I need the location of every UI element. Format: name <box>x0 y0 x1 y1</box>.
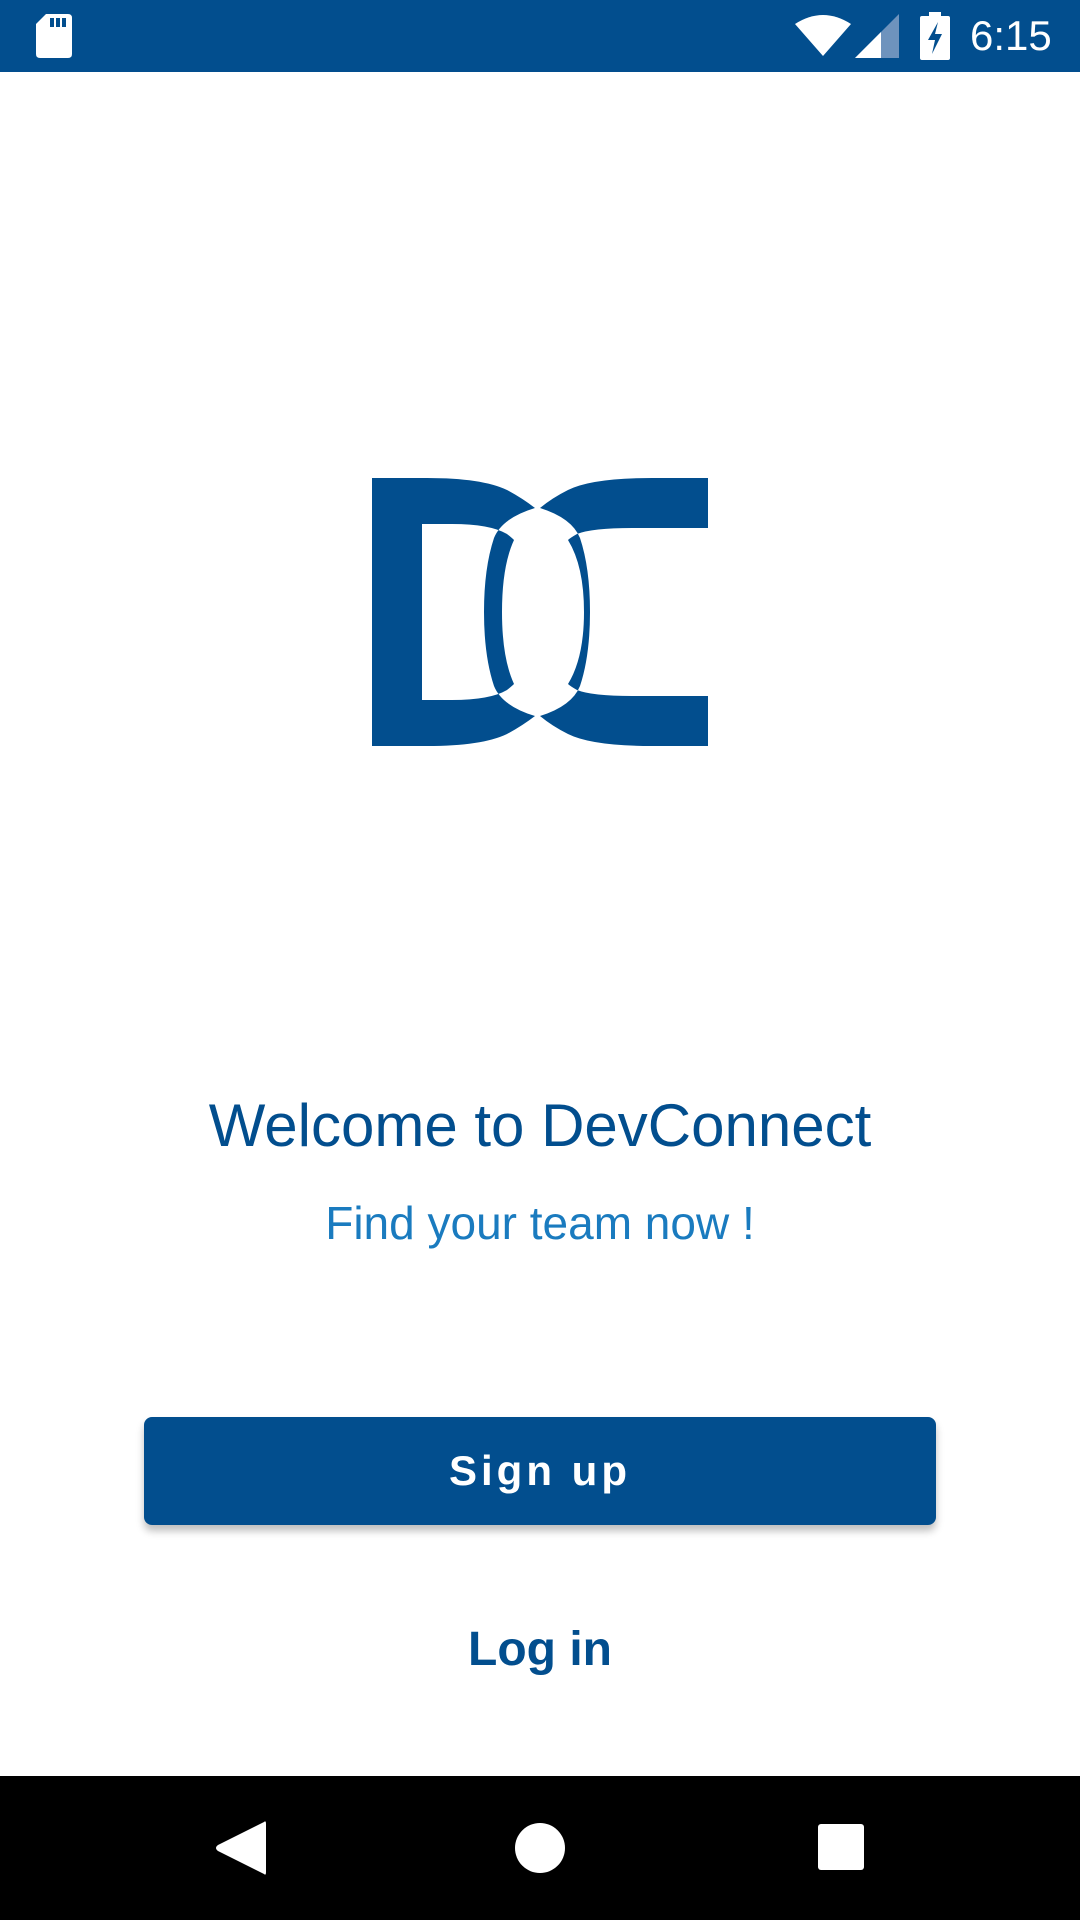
recents-icon[interactable] <box>818 1824 864 1870</box>
signup-button[interactable]: Sign up <box>144 1417 936 1525</box>
welcome-subtitle: Find your team now ! <box>325 1197 755 1249</box>
system-nav-bar <box>0 1776 1080 1920</box>
home-icon[interactable] <box>514 1822 566 1874</box>
back-icon[interactable] <box>214 1820 266 1876</box>
welcome-screen: 6:15 Welcome to DevConnect Find your tea… <box>0 0 1080 1920</box>
welcome-title: Welcome to DevConnect <box>208 1092 872 1159</box>
devconnect-logo <box>372 478 708 746</box>
battery-charging-icon <box>920 12 950 60</box>
status-clock: 6:15 <box>970 12 1052 59</box>
signal-icon <box>855 14 899 58</box>
sd-card-icon <box>36 14 72 58</box>
wifi-icon <box>795 15 851 56</box>
status-bar: 6:15 <box>0 0 1080 72</box>
login-button[interactable]: Log in <box>390 1615 690 1685</box>
